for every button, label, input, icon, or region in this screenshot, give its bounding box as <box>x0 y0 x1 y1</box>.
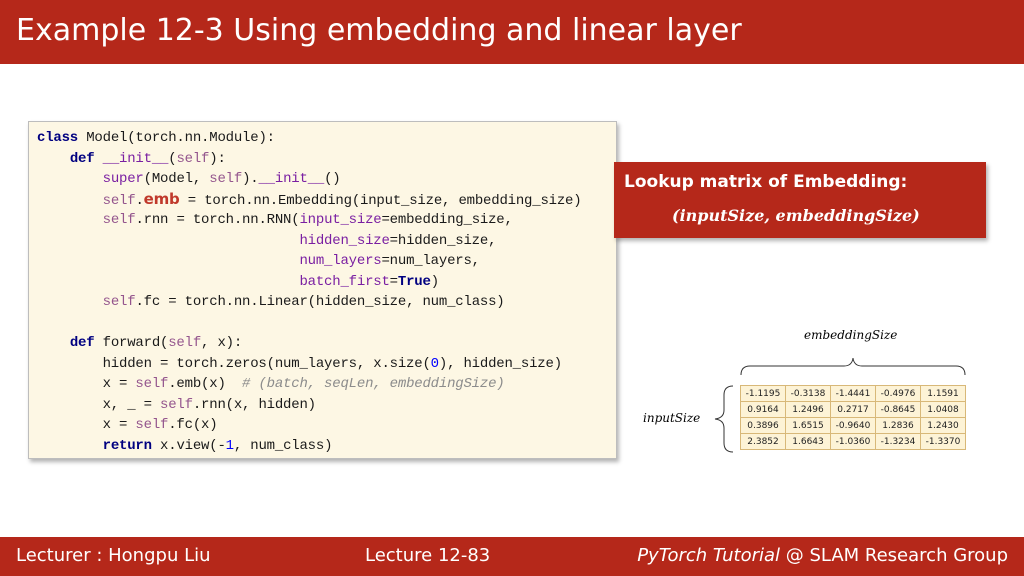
matrix-cell: -0.3138 <box>785 385 831 402</box>
matrix-cell: 1.2836 <box>875 417 921 434</box>
matrix-cell: 2.3852 <box>740 433 786 450</box>
matrix-row: -1.1195 -0.3138 -1.4441 -0.4976 1.1591 <box>740 385 966 402</box>
matrix-row: 0.9164 1.2496 0.2717 -0.8645 1.0408 <box>740 401 966 418</box>
matrix-cell: 1.6643 <box>785 433 831 450</box>
matrix-cell: -1.1195 <box>740 385 786 402</box>
row-brace <box>714 385 734 453</box>
footer-group: @ SLAM Research Group <box>780 545 1008 566</box>
matrix-cell: -1.3234 <box>875 433 921 450</box>
matrix-braces <box>714 357 966 453</box>
matrix-cell: 1.2496 <box>785 401 831 418</box>
matrix-row: 2.3852 1.6643 -1.0360 -1.3234 -1.3370 <box>740 433 966 450</box>
matrix-cell: -0.4976 <box>875 385 921 402</box>
matrix-cell: 1.2430 <box>920 417 966 434</box>
matrix-cell: -1.0360 <box>830 433 876 450</box>
matrix-cell: -1.4441 <box>830 385 876 402</box>
matrix-cell: 0.3896 <box>740 417 786 434</box>
matrix-row: 0.3896 1.6515 -0.9640 1.2836 1.2430 <box>740 417 966 434</box>
matrix-cell: 0.9164 <box>740 401 786 418</box>
matrix-cell: 1.6515 <box>785 417 831 434</box>
matrix-cell: 0.2717 <box>830 401 876 418</box>
matrix-cell: -0.8645 <box>875 401 921 418</box>
matrix-cell: -1.3370 <box>920 433 966 450</box>
footer-course-name: PyTorch Tutorial <box>637 545 781 566</box>
footer-lecture-number: Lecture 12-83 <box>365 545 491 566</box>
footer-course: PyTorch Tutorial @ SLAM Research Group <box>637 545 1008 567</box>
column-brace <box>740 357 966 376</box>
embedding-matrix: -1.1195 -0.3138 -1.4441 -0.4976 1.1591 0.9164… <box>740 385 966 450</box>
matrix-cell: 1.1591 <box>920 385 966 402</box>
footer-lecturer: Lecturer : Hongpu Liu <box>16 545 211 566</box>
matrix-cell: 1.0408 <box>920 401 966 418</box>
footer-bar: Lecturer : Hongpu Liu Lecture 12-83 PyTo… <box>0 537 1024 576</box>
matrix-cell: -0.9640 <box>830 417 876 434</box>
